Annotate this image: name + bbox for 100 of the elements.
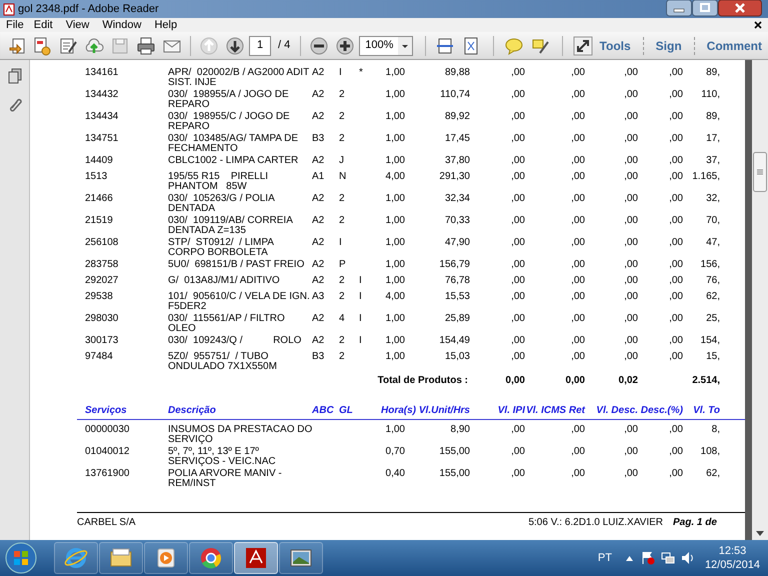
taskbar-button[interactable] bbox=[144, 542, 188, 574]
ipi-value: ,00 bbox=[511, 89, 525, 100]
speech-bubble-icon[interactable] bbox=[504, 36, 524, 56]
language-indicator[interactable]: PT bbox=[598, 550, 612, 566]
total-value: 37, bbox=[706, 155, 720, 166]
product-description: CBLC1002 - LIMPA CARTER bbox=[168, 155, 298, 166]
quantity: 1,00 bbox=[386, 89, 405, 100]
abc-class: A2 bbox=[312, 275, 324, 286]
minimize-button[interactable] bbox=[666, 0, 692, 17]
edit-document-icon[interactable] bbox=[58, 36, 78, 56]
print-icon[interactable] bbox=[136, 36, 156, 56]
pdf-icon bbox=[244, 546, 268, 570]
quantity: 1,00 bbox=[386, 155, 405, 166]
volume-icon[interactable] bbox=[680, 551, 695, 565]
zoom-dropdown[interactable]: 100% bbox=[359, 36, 414, 56]
service-code: 13761900 bbox=[85, 468, 130, 479]
taskbar-button[interactable] bbox=[54, 542, 98, 574]
maximize-button[interactable] bbox=[692, 0, 718, 17]
pages-icon[interactable] bbox=[6, 68, 22, 84]
gl-code: 2 bbox=[339, 193, 345, 204]
zoom-out-icon[interactable] bbox=[309, 36, 330, 56]
discount-percent: ,00 bbox=[669, 133, 683, 144]
taskbar-button[interactable] bbox=[279, 542, 323, 574]
unit-price: 89,92 bbox=[444, 111, 470, 122]
window-title: gol 2348.pdf - Adobe Reader bbox=[18, 2, 159, 17]
discount-percent: ,00 bbox=[669, 291, 683, 302]
total-value: 17, bbox=[706, 133, 720, 144]
ipi-value: ,00 bbox=[511, 133, 525, 144]
column-header: ABC bbox=[312, 405, 334, 416]
discount-percent: ,00 bbox=[669, 171, 683, 182]
taskbar-button[interactable] bbox=[189, 542, 233, 574]
page-number-field[interactable]: 1 bbox=[249, 36, 271, 56]
flag-mark: * bbox=[359, 67, 363, 78]
discount-percent: ,00 bbox=[669, 89, 683, 100]
scrollbar[interactable] bbox=[752, 60, 768, 540]
zoom-in-icon[interactable] bbox=[335, 36, 356, 56]
unit-price: 17,45 bbox=[444, 133, 470, 144]
fit-width-icon[interactable] bbox=[435, 36, 456, 56]
column-header: Vl. IPI bbox=[498, 405, 525, 416]
total-value: 47, bbox=[706, 237, 720, 248]
start-button[interactable] bbox=[4, 541, 38, 575]
menu-item[interactable]: Help bbox=[154, 16, 178, 34]
discount-value: ,00 bbox=[624, 335, 638, 346]
network-icon[interactable] bbox=[660, 551, 675, 565]
discount-value: ,00 bbox=[624, 67, 638, 78]
discount-percent: ,00 bbox=[669, 446, 683, 457]
menu-item[interactable]: Window bbox=[102, 16, 142, 34]
product-code: 300173 bbox=[85, 335, 118, 346]
flag-mark: I bbox=[359, 335, 362, 346]
column-header: Hora(s) bbox=[381, 405, 416, 416]
quantity: 1,00 bbox=[386, 237, 405, 248]
service-description: INSUMOS DA PRESTACAO DO SERVIÇO bbox=[168, 424, 312, 445]
page-count: / 4 bbox=[278, 38, 290, 54]
flag-warning-icon[interactable] bbox=[640, 551, 655, 565]
total-value: 89, bbox=[706, 111, 720, 122]
menu-item[interactable]: View bbox=[66, 16, 90, 34]
discount-value: ,00 bbox=[624, 468, 638, 479]
paperclip-icon[interactable] bbox=[8, 96, 22, 112]
total-value: 110, bbox=[701, 89, 720, 100]
scroll-thumb[interactable] bbox=[753, 152, 767, 192]
arrow-down-icon[interactable] bbox=[225, 36, 245, 56]
abc-class: A3 bbox=[312, 291, 324, 302]
pane-button[interactable]: Tools bbox=[600, 37, 631, 55]
total-value: 0,02 bbox=[618, 375, 638, 386]
taskbar-button[interactable] bbox=[99, 542, 143, 574]
total-value: 15, bbox=[706, 351, 720, 362]
menu-item[interactable]: File bbox=[6, 16, 24, 34]
product-description: APR/ 020002/B / AG2000 ADIT SIST. INJE bbox=[168, 67, 310, 88]
hours: 1,00 bbox=[386, 424, 405, 435]
icms-value: ,00 bbox=[571, 89, 585, 100]
clock[interactable]: 12:53 12/05/2014 bbox=[704, 544, 760, 572]
discount-value: ,00 bbox=[624, 424, 638, 435]
product-code: 134751 bbox=[85, 133, 118, 144]
unit-price: 110,74 bbox=[440, 89, 470, 100]
unit-price: 154,49 bbox=[439, 335, 470, 346]
scroll-down-arrow-icon[interactable] bbox=[756, 531, 764, 536]
pane-button[interactable]: Sign bbox=[656, 37, 682, 55]
expand-icon[interactable] bbox=[573, 36, 594, 56]
product-code: 14409 bbox=[85, 155, 113, 166]
icms-value: ,00 bbox=[571, 446, 585, 457]
discount-percent: ,00 bbox=[669, 215, 683, 226]
quantity: 4,00 bbox=[386, 171, 405, 182]
quantity: 1,00 bbox=[386, 313, 405, 324]
abc-class: A2 bbox=[312, 193, 324, 204]
menu-item[interactable]: Edit bbox=[34, 16, 53, 34]
product-code: 134432 bbox=[85, 89, 118, 100]
cloud-upload-icon[interactable] bbox=[84, 36, 104, 56]
taskbar-button[interactable] bbox=[234, 542, 278, 574]
unit-price: 156,79 bbox=[439, 259, 470, 270]
product-description: G/ 013A8J/M1/ ADITIVO bbox=[168, 275, 280, 286]
close-icon[interactable] bbox=[754, 21, 762, 29]
gl-code: I bbox=[339, 237, 342, 248]
total-value: 0,00 bbox=[566, 375, 585, 386]
caret-icon[interactable] bbox=[398, 36, 412, 54]
caret-up-icon[interactable] bbox=[626, 556, 633, 560]
pane-button[interactable]: Comment bbox=[706, 37, 762, 55]
close-button[interactable] bbox=[718, 0, 762, 17]
gl-code: 2 bbox=[339, 89, 345, 100]
abc-class: B3 bbox=[312, 351, 324, 362]
discount-value: ,00 bbox=[624, 155, 638, 166]
